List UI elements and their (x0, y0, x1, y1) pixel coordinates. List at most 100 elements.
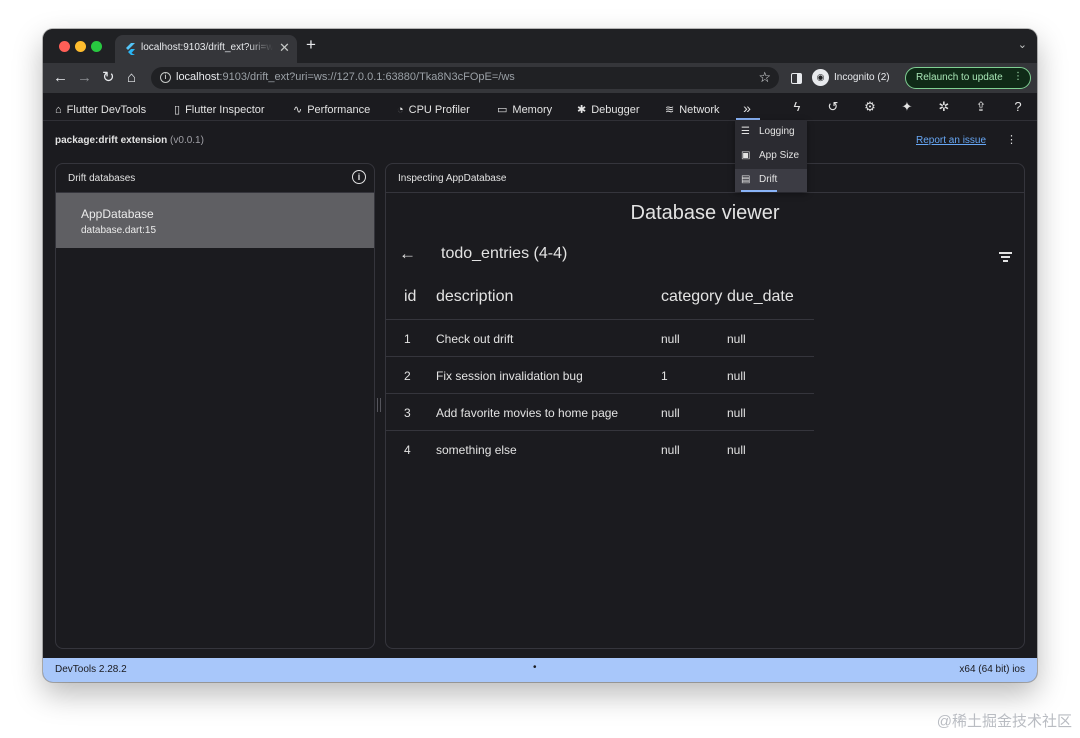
cell-due-date: null (727, 369, 746, 383)
viewer-title: Database viewer (630, 202, 780, 224)
report-issue-link[interactable]: Report an issue (916, 135, 986, 146)
inspector-panel-title: Inspecting AppDatabase (398, 173, 507, 184)
logging-icon: ☰ (741, 126, 750, 137)
inspector-panel-header: Inspecting AppDatabase (386, 164, 1024, 193)
menu-item-app-size[interactable]: ▣ App Size (735, 145, 807, 168)
incognito-icon[interactable]: ◉ (812, 69, 829, 86)
cell-due-date: null (727, 443, 746, 457)
bug-icon: ✱ (577, 104, 587, 116)
address-bar[interactable]: i localhost:9103/drift_ext?uri=ws://127.… (151, 67, 779, 89)
status-bar: DevTools 2.28.2 • x64 (64 bit) ios (43, 658, 1037, 682)
panel-splitter-handle[interactable] (377, 398, 381, 412)
tab-debugger[interactable]: ✱ Debugger (577, 100, 640, 116)
url-host: localhost (176, 71, 220, 83)
help-icon[interactable]: ? (1010, 99, 1026, 115)
maximize-window-button[interactable] (91, 41, 102, 52)
cell-category: null (661, 443, 680, 457)
column-header-id: id (404, 288, 417, 305)
extension-name: package:drift extension (55, 135, 168, 146)
extension-title: package:drift extension (v0.0.1) (55, 135, 204, 146)
extensions-icon[interactable]: ✦ (899, 99, 915, 115)
more-tabs-button[interactable]: » (735, 97, 759, 119)
url-path: :9103/drift_ext?uri=ws://127.0.0.1:63880… (219, 71, 515, 83)
cell-category: null (661, 406, 680, 420)
pulse-icon: ∿ (293, 104, 303, 116)
column-header-due-date: due_date (727, 288, 794, 305)
info-icon[interactable]: i (352, 170, 366, 184)
cell-id: 4 (404, 443, 411, 457)
table-row: 3 Add favorite movies to home page null … (386, 393, 814, 431)
bookmark-star-icon[interactable]: ☆ (758, 69, 771, 86)
tab-flutter-inspector[interactable]: ▯ Flutter Inspector (174, 100, 265, 116)
drift-icon: ▤ (741, 174, 751, 185)
url-text[interactable]: localhost:9103/drift_ext?uri=ws://127.0.… (176, 71, 515, 83)
cell-due-date: null (727, 332, 746, 346)
nav-flutter-devtools[interactable]: ⌂ Flutter DevTools (55, 100, 146, 116)
database-location: database.dart:15 (81, 225, 157, 236)
extension-version: (v0.0.1) (170, 135, 204, 146)
cell-description: something else (436, 443, 517, 457)
tab-performance[interactable]: ∿ Performance (293, 100, 370, 116)
browser-toolbar: ← → ↻ ⌂ i localhost:9103/drift_ext?uri=w… (43, 63, 1037, 93)
devtools-nav: ⌂ Flutter DevTools ▯ Flutter Inspector ∿ Pe… (43, 93, 1037, 121)
bug-report-icon[interactable]: ✲ (936, 99, 952, 115)
chevron-down-icon[interactable]: ⌄ (1018, 38, 1027, 51)
close-icon[interactable]: ✕ (279, 40, 290, 56)
cell-due-date: null (727, 406, 746, 420)
browser-window: localhost:9103/drift_ext?uri=ws://127.0.… (43, 29, 1037, 682)
devtools-version: DevTools 2.28.2 (55, 664, 127, 675)
menu-item-logging[interactable]: ☰ Logging (735, 121, 807, 144)
table-row: 4 something else null null (386, 430, 814, 468)
app-size-icon: ▣ (741, 150, 751, 161)
tab-cpu-profiler[interactable]: ◔ CPU Profiler (397, 100, 470, 116)
device-info: x64 (64 bit) ios (959, 664, 1025, 675)
filter-icon[interactable] (999, 252, 1012, 262)
cell-id: 3 (404, 406, 411, 420)
inspector-panel: Inspecting AppDatabase Database viewer ←… (385, 163, 1025, 649)
relaunch-button[interactable]: Relaunch to update ⋮ (905, 67, 1031, 89)
flutter-favicon-icon (126, 43, 135, 55)
profile-label[interactable]: Incognito (2) (834, 72, 890, 83)
history-icon[interactable]: ↺ (825, 99, 841, 115)
reload-icon[interactable]: ↻ (102, 69, 115, 87)
cell-category: null (661, 332, 680, 346)
browser-tab[interactable]: localhost:9103/drift_ext?uri=ws://127.0.… (115, 35, 297, 63)
database-list-item[interactable]: AppDatabase database.dart:15 (56, 193, 374, 248)
upload-icon[interactable]: ⇪ (973, 99, 989, 115)
phone-icon: ▯ (174, 104, 181, 116)
home-icon: ⌂ (55, 104, 62, 116)
kebab-menu-icon[interactable]: ⋮ (1006, 133, 1017, 146)
lightning-icon[interactable]: ϟ (789, 99, 805, 115)
minimize-window-button[interactable] (75, 41, 86, 52)
site-info-icon[interactable]: i (160, 72, 171, 83)
table-name: todo_entries (4-4) (441, 245, 568, 262)
table-row: 1 Check out drift null null (386, 319, 814, 357)
gauge-icon: ◔ (397, 104, 404, 116)
column-header-category: category (661, 288, 723, 305)
close-window-button[interactable] (59, 41, 70, 52)
forward-icon[interactable]: → (77, 69, 92, 87)
cell-description: Add favorite movies to home page (436, 406, 619, 420)
tab-title: localhost:9103/drift_ext?uri=ws://127.0.… (141, 42, 273, 53)
tab-memory[interactable]: ▭ Memory (497, 100, 552, 116)
new-tab-button[interactable]: + (306, 36, 316, 54)
kebab-menu-icon: ⋮ (1013, 71, 1023, 82)
databases-panel: Drift databases i AppDatabase database.d… (55, 163, 375, 649)
cell-description: Fix session invalidation bug (436, 369, 583, 383)
menu-item-drift[interactable]: ▤ Drift (735, 169, 807, 192)
back-icon[interactable]: ← (53, 69, 68, 87)
overflow-tabs-menu: ☰ Logging ▣ App Size ▤ Drift (735, 120, 807, 192)
home-icon[interactable]: ⌂ (127, 69, 136, 87)
settings-gear-icon[interactable]: ⚙ (862, 99, 878, 115)
tab-network[interactable]: ≋ Network (665, 100, 720, 116)
relaunch-label: Relaunch to update (916, 72, 1003, 83)
cell-id: 1 (404, 332, 411, 346)
status-indicator: • (533, 662, 537, 673)
table-row: 2 Fix session invalidation bug 1 null (386, 356, 814, 394)
side-panel-icon[interactable] (791, 73, 802, 84)
databases-panel-title: Drift databases (68, 173, 136, 184)
databases-panel-header: Drift databases i (56, 164, 374, 193)
watermark: @稀土掘金技术社区 (936, 713, 1072, 730)
back-arrow-icon[interactable]: ← (399, 244, 416, 264)
column-header-description: description (436, 288, 514, 305)
